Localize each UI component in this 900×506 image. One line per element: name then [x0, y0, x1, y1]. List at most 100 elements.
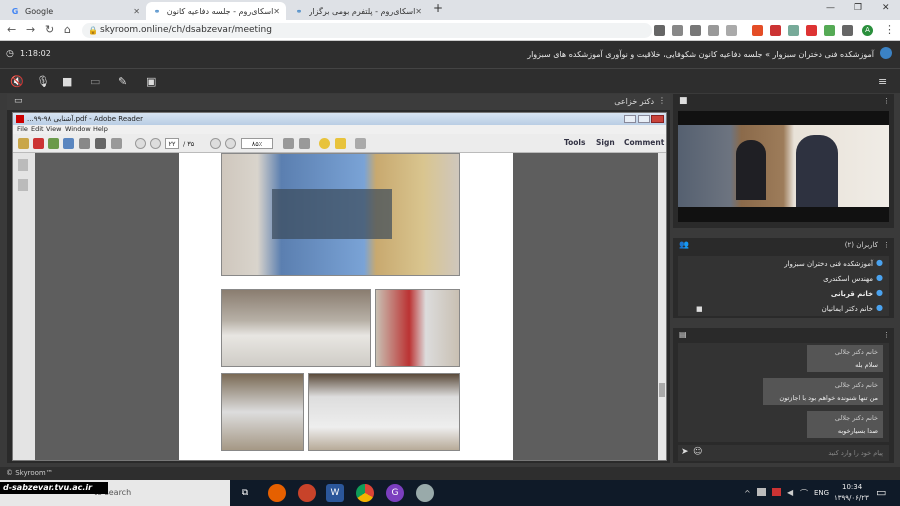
user-item[interactable]: خانم قربانی — [831, 288, 873, 300]
menu-help[interactable]: Help — [93, 125, 108, 134]
close-icon[interactable]: ✕ — [273, 7, 280, 16]
microphone-off-icon[interactable]: 🎙 — [36, 75, 50, 88]
highlight-icon[interactable] — [335, 138, 346, 149]
powerpoint-icon[interactable] — [298, 484, 316, 502]
clock-time[interactable]: 10:34 — [842, 483, 862, 491]
speaker-mute-icon[interactable]: 🔇 — [10, 75, 24, 88]
pdf-icon[interactable] — [33, 138, 44, 149]
url-input[interactable]: 🔒 skyroom.online/ch/dsabzevar/meeting — [82, 23, 652, 38]
volume-icon[interactable]: ◀ — [787, 488, 793, 497]
fullscreen-icon[interactable] — [299, 138, 310, 149]
monitor-icon: ▭ — [14, 96, 23, 106]
tab-google[interactable]: G Google ✕ — [4, 2, 146, 20]
camera-icon[interactable] — [654, 25, 665, 36]
next-page-icon[interactable] — [150, 138, 161, 149]
chat-input[interactable]: پیام خود را وارد کنید — [828, 449, 883, 457]
zoom-icon[interactable] — [708, 25, 719, 36]
chrome-icon[interactable] — [356, 484, 374, 502]
screen-share-icon[interactable]: ▭ — [90, 75, 100, 88]
user-item[interactable]: خانم دکتر ایمانیان — [822, 303, 873, 315]
panel-menu-icon[interactable]: ⋮ — [883, 238, 890, 252]
sign-button[interactable]: Sign — [596, 138, 615, 147]
extension-pdf-icon[interactable] — [770, 25, 781, 36]
menu-window[interactable]: Window — [65, 125, 91, 134]
chevron-up-icon[interactable]: ^ — [744, 489, 751, 498]
scrollbar-thumb[interactable] — [659, 383, 665, 397]
user-icon: ● — [876, 273, 883, 282]
menu-edit[interactable]: Edit — [31, 125, 44, 134]
menu-file[interactable]: File — [17, 125, 28, 134]
page-number-input[interactable]: ۲۲ — [165, 138, 179, 149]
browser-menu-icon[interactable]: ⋮ — [884, 23, 895, 36]
reader-close-button[interactable] — [651, 115, 664, 123]
clock-date[interactable]: ۱۳۹۹/۰۶/۲۳ — [834, 494, 869, 502]
emoji-icon[interactable]: ☺ — [693, 447, 702, 457]
action-center-icon[interactable]: ▭ — [876, 486, 886, 499]
minimize-button[interactable]: — — [826, 3, 835, 13]
chat-message: خانم دکتر جلالی سلام بله — [807, 345, 883, 372]
reload-icon[interactable]: ↻ — [45, 23, 54, 36]
extension-green-icon[interactable] — [824, 25, 835, 36]
app-gray-icon[interactable] — [416, 484, 434, 502]
page-thumbnails-icon[interactable] — [18, 159, 28, 171]
panel-menu-icon[interactable]: ⋮ — [658, 96, 666, 105]
previous-page-icon[interactable] — [135, 138, 146, 149]
reader-minimize-button[interactable] — [624, 115, 636, 123]
create-pdf-icon[interactable] — [18, 138, 29, 149]
language-indicator[interactable]: ENG — [814, 489, 829, 497]
key-icon[interactable] — [672, 25, 683, 36]
reader-restore-button[interactable] — [638, 115, 650, 123]
extensions-puzzle-icon[interactable] — [842, 25, 853, 36]
print-icon[interactable] — [95, 138, 106, 149]
sign-pen-icon[interactable] — [355, 138, 366, 149]
camera-icon[interactable]: ■ — [62, 75, 72, 88]
app-purple-icon[interactable]: G — [386, 484, 404, 502]
hamburger-menu-icon[interactable]: ≡ — [878, 75, 887, 88]
email-icon[interactable] — [111, 138, 122, 149]
user-item[interactable]: مهندس اسکندری — [823, 273, 873, 285]
vertical-scrollbar[interactable] — [658, 153, 666, 460]
forward-icon[interactable]: → — [26, 23, 35, 36]
zoom-select[interactable]: ۸۵٪ — [241, 138, 273, 149]
maximize-button[interactable]: ❐ — [854, 3, 862, 13]
user-icon: ● — [876, 288, 883, 297]
extension-adblock-icon[interactable] — [806, 25, 817, 36]
notification-red-icon[interactable] — [772, 488, 781, 496]
star-icon[interactable] — [726, 25, 737, 36]
firefox-icon[interactable] — [268, 484, 286, 502]
attachments-icon[interactable] — [18, 179, 28, 191]
adobe-reader-window: ...آشنایی ۹۸-۹۹.pdf - Adobe Reader File … — [12, 112, 667, 461]
home-icon[interactable]: ⌂ — [64, 23, 71, 36]
save-icon[interactable] — [79, 138, 90, 149]
translate-icon[interactable] — [690, 25, 701, 36]
extension-docs-icon[interactable] — [788, 25, 799, 36]
zoom-out-icon[interactable] — [210, 138, 221, 149]
tools-button[interactable]: Tools — [564, 138, 585, 147]
close-window-button[interactable]: ✕ — [882, 3, 890, 13]
wifi-icon[interactable]: ⌒ — [800, 488, 808, 499]
user-item[interactable]: آموزشکده فنی دختران سبزوار — [784, 258, 873, 270]
network-icon[interactable] — [757, 488, 766, 496]
profile-avatar[interactable]: A — [862, 25, 873, 36]
presentation-icon[interactable]: ▣ — [146, 75, 156, 88]
close-icon[interactable]: ✕ — [133, 7, 140, 16]
send-icon[interactable]: ➤ — [681, 447, 689, 457]
whiteboard-pen-icon[interactable]: ✎ — [118, 75, 127, 88]
extension-f-icon[interactable] — [752, 25, 763, 36]
task-view-icon[interactable]: ⧉ — [236, 484, 254, 502]
close-icon[interactable]: ✕ — [415, 7, 422, 16]
menu-view[interactable]: View — [46, 125, 61, 134]
word-icon[interactable]: W — [326, 484, 344, 502]
collaborate-icon[interactable] — [48, 138, 59, 149]
tab-skyroom-platform[interactable]: ⚭ اسکای‌روم - پلتفرم بومی برگزاری و… ✕ — [288, 2, 428, 20]
comment-bubble-icon[interactable] — [319, 138, 330, 149]
zoom-in-icon[interactable] — [225, 138, 236, 149]
tab-skyroom-meeting[interactable]: ⚭ اسکای‌روم - جلسه دفاعیه کانون ش… ✕ — [146, 2, 286, 20]
back-icon[interactable]: ← — [7, 23, 16, 36]
panel-menu-icon[interactable]: ⋮ — [883, 328, 890, 342]
fit-page-icon[interactable] — [283, 138, 294, 149]
new-tab-button[interactable]: + — [433, 1, 443, 15]
share-icon[interactable] — [63, 138, 74, 149]
panel-menu-icon[interactable]: ⋮ — [883, 94, 890, 108]
comment-button[interactable]: Comment — [624, 138, 664, 147]
